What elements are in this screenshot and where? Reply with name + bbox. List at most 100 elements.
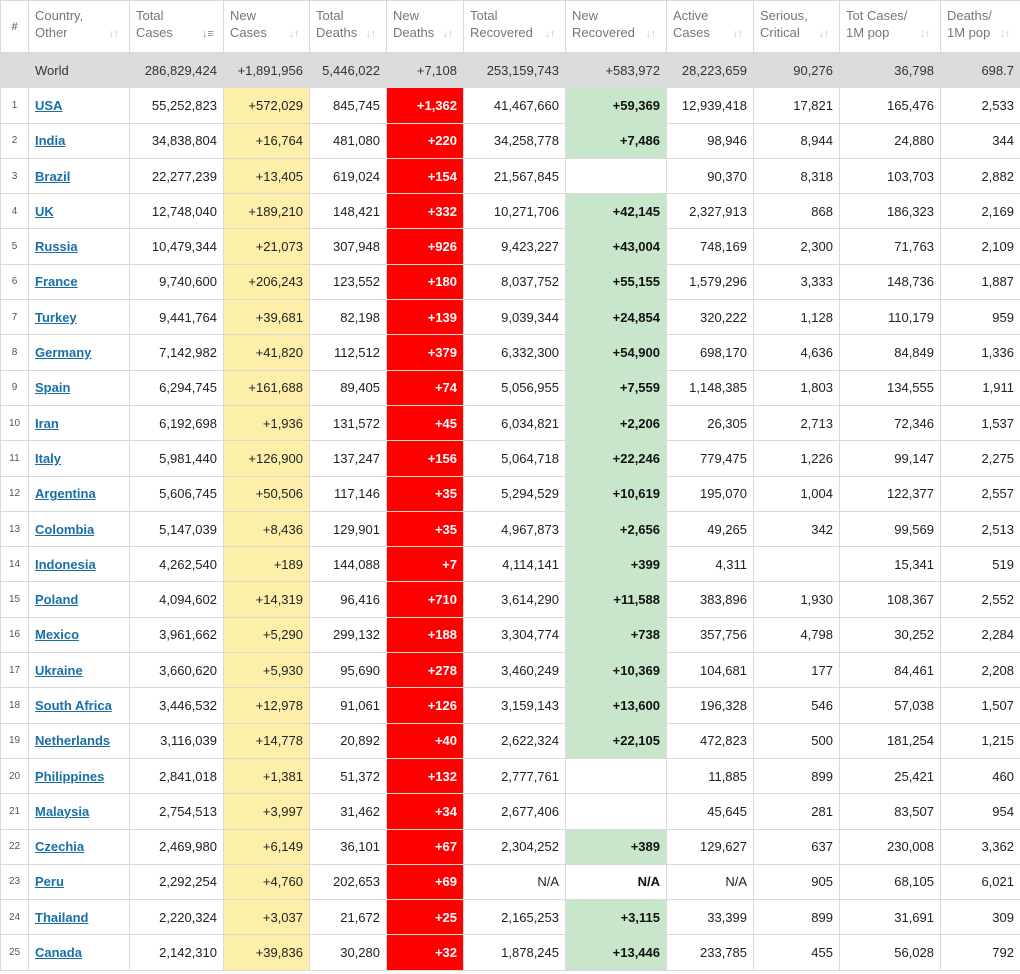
cell-serious: 8,318: [753, 157, 840, 195]
cell-serious: 2,713: [753, 404, 840, 442]
country-link[interactable]: UK: [35, 204, 54, 219]
country-link[interactable]: Argentina: [35, 486, 96, 501]
cell-cases-per-1m: 25,421: [839, 757, 941, 795]
cell-country: Peru: [28, 863, 130, 901]
cell-new-recovered: +10,619: [565, 475, 667, 512]
column-header-active-cases[interactable]: Active Cases ↓↑: [666, 0, 754, 53]
country-link[interactable]: Colombia: [35, 522, 94, 537]
sort-both-icon[interactable]: ↓↑: [441, 27, 455, 41]
sort-both-icon[interactable]: ↓↑: [817, 27, 831, 41]
cell-new-deaths: +332: [386, 193, 464, 230]
table-row: 14 Indonesia 4,262,540 +189 144,088 +7 4,114,1…: [0, 546, 1020, 583]
country-link[interactable]: Thailand: [35, 910, 88, 925]
cell-country: Philippines: [28, 757, 130, 795]
country-link[interactable]: Turkey: [35, 310, 77, 325]
cell-serious: 281: [753, 793, 840, 830]
column-header-rank[interactable]: #: [0, 0, 29, 53]
cell-deaths-per-1m: 1,911: [940, 369, 1020, 406]
cell-total-deaths: 148,421: [309, 193, 387, 230]
country-link[interactable]: Italy: [35, 451, 61, 466]
cell-idx: 19: [0, 722, 29, 759]
country-link[interactable]: Poland: [35, 592, 78, 607]
sort-both-icon[interactable]: ↓↑: [107, 27, 121, 41]
table-row: 15 Poland 4,094,602 +14,319 96,416 +710 3,614,…: [0, 581, 1020, 618]
country-link[interactable]: Netherlands: [35, 733, 110, 748]
cell-country: World: [28, 51, 130, 89]
cell-new-recovered: +24,854: [565, 299, 667, 336]
cell-new-deaths: +34: [386, 793, 464, 830]
cell-active-cases: 129,627: [666, 828, 754, 865]
cell-country: Argentina: [28, 475, 130, 512]
country-link[interactable]: Peru: [35, 874, 64, 889]
header-label: New: [572, 8, 599, 23]
table-row: 20 Philippines 2,841,018 +1,381 51,372 +132 2,…: [0, 757, 1020, 795]
cell-new-cases: +6,149: [223, 828, 310, 865]
table-row: 23 Peru 2,292,254 +4,760 202,653 +69 N/A N/A N/A…: [0, 863, 1020, 901]
sort-both-icon[interactable]: ↓↑: [364, 27, 378, 41]
sort-both-icon[interactable]: ↓↑: [644, 27, 658, 41]
cell-idx: 2: [0, 122, 29, 159]
cell-idx: 20: [0, 757, 29, 795]
country-link[interactable]: Canada: [35, 945, 82, 960]
country-link[interactable]: Germany: [35, 345, 91, 360]
cell-total-recovered: 2,165,253: [463, 899, 566, 936]
country-link[interactable]: Russia: [35, 239, 78, 254]
sort-both-icon[interactable]: ↓↑: [543, 27, 557, 41]
cell-new-cases: +161,688: [223, 369, 310, 406]
country-link[interactable]: Philippines: [35, 769, 104, 784]
country-link[interactable]: India: [35, 133, 65, 148]
cell-serious: 500: [753, 722, 840, 759]
cell-idx: [0, 51, 29, 89]
sort-both-icon[interactable]: ↓↑: [731, 27, 745, 41]
sort-both-icon[interactable]: ↓↑: [998, 27, 1012, 41]
country-link[interactable]: Indonesia: [35, 557, 96, 572]
country-link[interactable]: Czechia: [35, 839, 84, 854]
column-header-country[interactable]: Country, Other ↓↑: [28, 0, 130, 53]
cell-new-deaths: +74: [386, 369, 464, 406]
column-header-total-recovered[interactable]: Total Recovered ↓↑: [463, 0, 566, 53]
country-link[interactable]: South Africa: [35, 698, 112, 713]
sort-desc-icon[interactable]: ↓≡: [201, 27, 215, 41]
country-link[interactable]: Brazil: [35, 169, 70, 184]
country-link[interactable]: USA: [35, 98, 62, 113]
cell-cases-per-1m: 24,880: [839, 122, 941, 159]
cell-total-recovered: 4,114,141: [463, 546, 566, 583]
cell-total-cases: 12,748,040: [129, 193, 224, 230]
cell-cases-per-1m: 186,323: [839, 193, 941, 230]
country-link[interactable]: Mexico: [35, 627, 79, 642]
country-link[interactable]: Malaysia: [35, 804, 89, 819]
header-label: Country,: [35, 8, 84, 23]
column-header-total-deaths[interactable]: Total Deaths ↓↑: [309, 0, 387, 53]
country-link[interactable]: Iran: [35, 416, 59, 431]
sort-both-icon[interactable]: ↓↑: [918, 27, 932, 41]
column-header-total-cases[interactable]: Total Cases ↓≡: [129, 0, 224, 53]
cell-country: Spain: [28, 369, 130, 406]
cell-new-deaths: +188: [386, 616, 464, 654]
cell-total-deaths: 51,372: [309, 757, 387, 795]
cell-new-cases: +1,936: [223, 404, 310, 442]
cell-country: Poland: [28, 581, 130, 618]
cell-active-cases: 472,823: [666, 722, 754, 759]
column-header-new-deaths[interactable]: New Deaths ↓↑: [386, 0, 464, 53]
cell-new-deaths: +1,362: [386, 87, 464, 124]
country-link[interactable]: France: [35, 274, 78, 289]
cell-active-cases: 698,170: [666, 334, 754, 371]
cell-new-recovered: +11,588: [565, 581, 667, 618]
country-link[interactable]: Ukraine: [35, 663, 83, 678]
cell-active-cases: 11,885: [666, 757, 754, 795]
cell-new-cases: +13,405: [223, 157, 310, 195]
column-header-new-recovered[interactable]: New Recovered ↓↑: [565, 0, 667, 53]
column-header-serious[interactable]: Serious, Critical ↓↑: [753, 0, 840, 53]
sort-both-icon[interactable]: ↓↑: [287, 27, 301, 41]
cell-serious: 546: [753, 687, 840, 724]
cell-total-deaths: 95,690: [309, 652, 387, 689]
header-label: New: [393, 8, 420, 23]
country-link[interactable]: Spain: [35, 380, 70, 395]
cell-country: India: [28, 122, 130, 159]
column-header-cases-per-1m[interactable]: Tot Cases/1M pop ↓↑: [839, 0, 941, 53]
cell-total-cases: 22,277,239: [129, 157, 224, 195]
column-header-deaths-per-1m[interactable]: Deaths/1M pop ↓↑: [940, 0, 1020, 53]
cell-country: Czechia: [28, 828, 130, 865]
cell-active-cases: 320,222: [666, 299, 754, 336]
column-header-new-cases[interactable]: New Cases ↓↑: [223, 0, 310, 53]
